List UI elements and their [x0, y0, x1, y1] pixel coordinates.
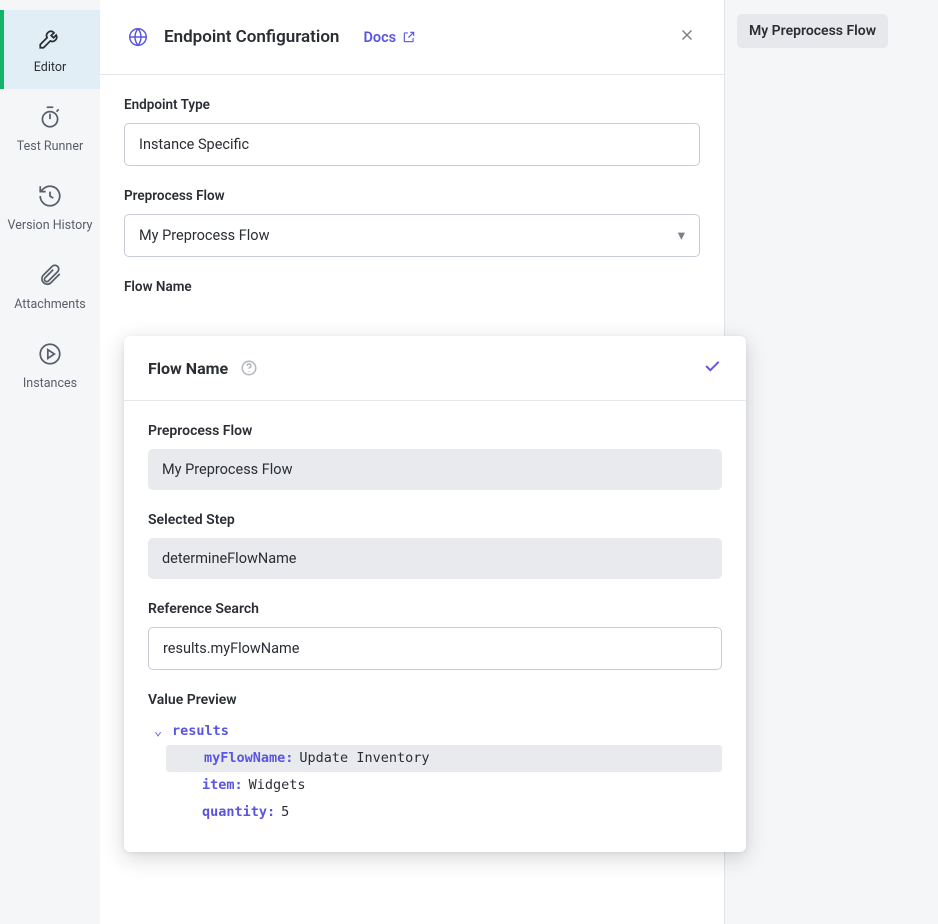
chevron-down-icon: ⌄ — [154, 718, 168, 745]
chevron-down-icon: ▾ — [678, 227, 685, 244]
confirm-button[interactable] — [702, 356, 722, 380]
tree-row[interactable]: quantity:5 — [148, 799, 722, 826]
wrench-icon — [36, 24, 64, 52]
field-preprocess-flow: Preprocess Flow My Preprocess Flow ▾ — [124, 188, 700, 257]
sidebar-item-version-history[interactable]: Version History — [0, 168, 100, 247]
close-button[interactable] — [674, 22, 700, 52]
right-rail: My Preprocess Flow — [725, 0, 938, 924]
tree-value: Update Inventory — [299, 745, 429, 772]
help-icon[interactable] — [240, 359, 258, 377]
main-panel: Endpoint Configuration Docs Endpoint Typ… — [100, 0, 725, 924]
globe-icon — [124, 23, 152, 51]
flow-name-label: Flow Name — [124, 279, 700, 295]
value-preview-label: Value Preview — [148, 692, 722, 708]
popover-title: Flow Name — [148, 359, 228, 378]
popover-preprocess-flow-value: My Preprocess Flow — [162, 461, 292, 478]
tree-value: Widgets — [249, 772, 306, 799]
preprocess-flow-select[interactable]: My Preprocess Flow ▾ — [124, 214, 700, 257]
endpoint-type-input[interactable]: Instance Specific — [124, 123, 700, 166]
sidebar-item-label: Attachments — [14, 297, 86, 312]
tree-root-row[interactable]: ⌄ results — [148, 718, 722, 745]
sidebar: Editor Test Runner Version History Attac… — [0, 0, 100, 924]
selected-step-value: determineFlowName — [162, 550, 297, 567]
form-body: Endpoint Type Instance Specific Preproce… — [100, 75, 724, 339]
flow-chip[interactable]: My Preprocess Flow — [737, 14, 888, 48]
panel-header: Endpoint Configuration Docs — [100, 0, 724, 75]
selected-step-input[interactable]: determineFlowName — [148, 538, 722, 579]
paperclip-icon — [36, 261, 64, 289]
popover-preprocess-flow-input[interactable]: My Preprocess Flow — [148, 449, 722, 490]
tree-colon: : — [267, 799, 275, 826]
close-icon — [678, 26, 696, 44]
reference-search-label: Reference Search — [148, 601, 722, 617]
popover-field-reference-search: Reference Search results.myFlowName — [148, 601, 722, 670]
field-endpoint-type: Endpoint Type Instance Specific — [124, 97, 700, 166]
sidebar-item-instances[interactable]: Instances — [0, 326, 100, 405]
stopwatch-icon — [36, 103, 64, 131]
tree-value: 5 — [281, 799, 289, 826]
reference-search-value: results.myFlowName — [163, 640, 299, 657]
tree-row[interactable]: item:Widgets — [148, 772, 722, 799]
tree-colon: : — [285, 745, 293, 772]
flow-chip-label: My Preprocess Flow — [749, 23, 876, 39]
tree-key: item — [202, 772, 235, 799]
sidebar-item-label: Instances — [23, 376, 77, 391]
history-icon — [36, 182, 64, 210]
tree-colon: : — [235, 772, 243, 799]
popover-body: Preprocess Flow My Preprocess Flow Selec… — [124, 401, 746, 852]
sidebar-item-editor[interactable]: Editor — [0, 10, 100, 89]
preprocess-flow-value: My Preprocess Flow — [139, 227, 269, 244]
check-icon — [702, 356, 722, 376]
sidebar-item-attachments[interactable]: Attachments — [0, 247, 100, 326]
tree-key: quantity — [202, 799, 267, 826]
tree-key: myFlowName — [204, 745, 285, 772]
external-link-icon — [402, 30, 416, 44]
popover-field-preprocess-flow: Preprocess Flow My Preprocess Flow — [148, 423, 722, 490]
sidebar-item-label: Version History — [8, 218, 93, 233]
preprocess-flow-label: Preprocess Flow — [124, 188, 700, 204]
sidebar-item-label: Editor — [34, 60, 66, 75]
tree-root-key: results — [172, 718, 229, 745]
selected-step-label: Selected Step — [148, 512, 722, 528]
page-title: Endpoint Configuration — [164, 27, 339, 47]
flow-name-popover: Flow Name Preprocess Flow My Preprocess … — [124, 336, 746, 852]
value-preview-section: Value Preview ⌄ results myFlowName:Updat… — [148, 692, 722, 826]
reference-search-input[interactable]: results.myFlowName — [148, 627, 722, 670]
field-flow-name: Flow Name — [124, 279, 700, 295]
play-circle-icon — [36, 340, 64, 368]
endpoint-type-value: Instance Specific — [139, 136, 249, 153]
value-preview-tree: ⌄ results myFlowName:Update Inventoryite… — [148, 718, 722, 826]
docs-link[interactable]: Docs — [363, 29, 416, 46]
sidebar-item-label: Test Runner — [17, 139, 83, 154]
docs-link-label: Docs — [363, 29, 396, 46]
popover-header: Flow Name — [124, 336, 746, 401]
popover-preprocess-flow-label: Preprocess Flow — [148, 423, 722, 439]
popover-field-selected-step: Selected Step determineFlowName — [148, 512, 722, 579]
tree-row[interactable]: myFlowName:Update Inventory — [166, 745, 722, 772]
endpoint-type-label: Endpoint Type — [124, 97, 700, 113]
sidebar-item-test-runner[interactable]: Test Runner — [0, 89, 100, 168]
